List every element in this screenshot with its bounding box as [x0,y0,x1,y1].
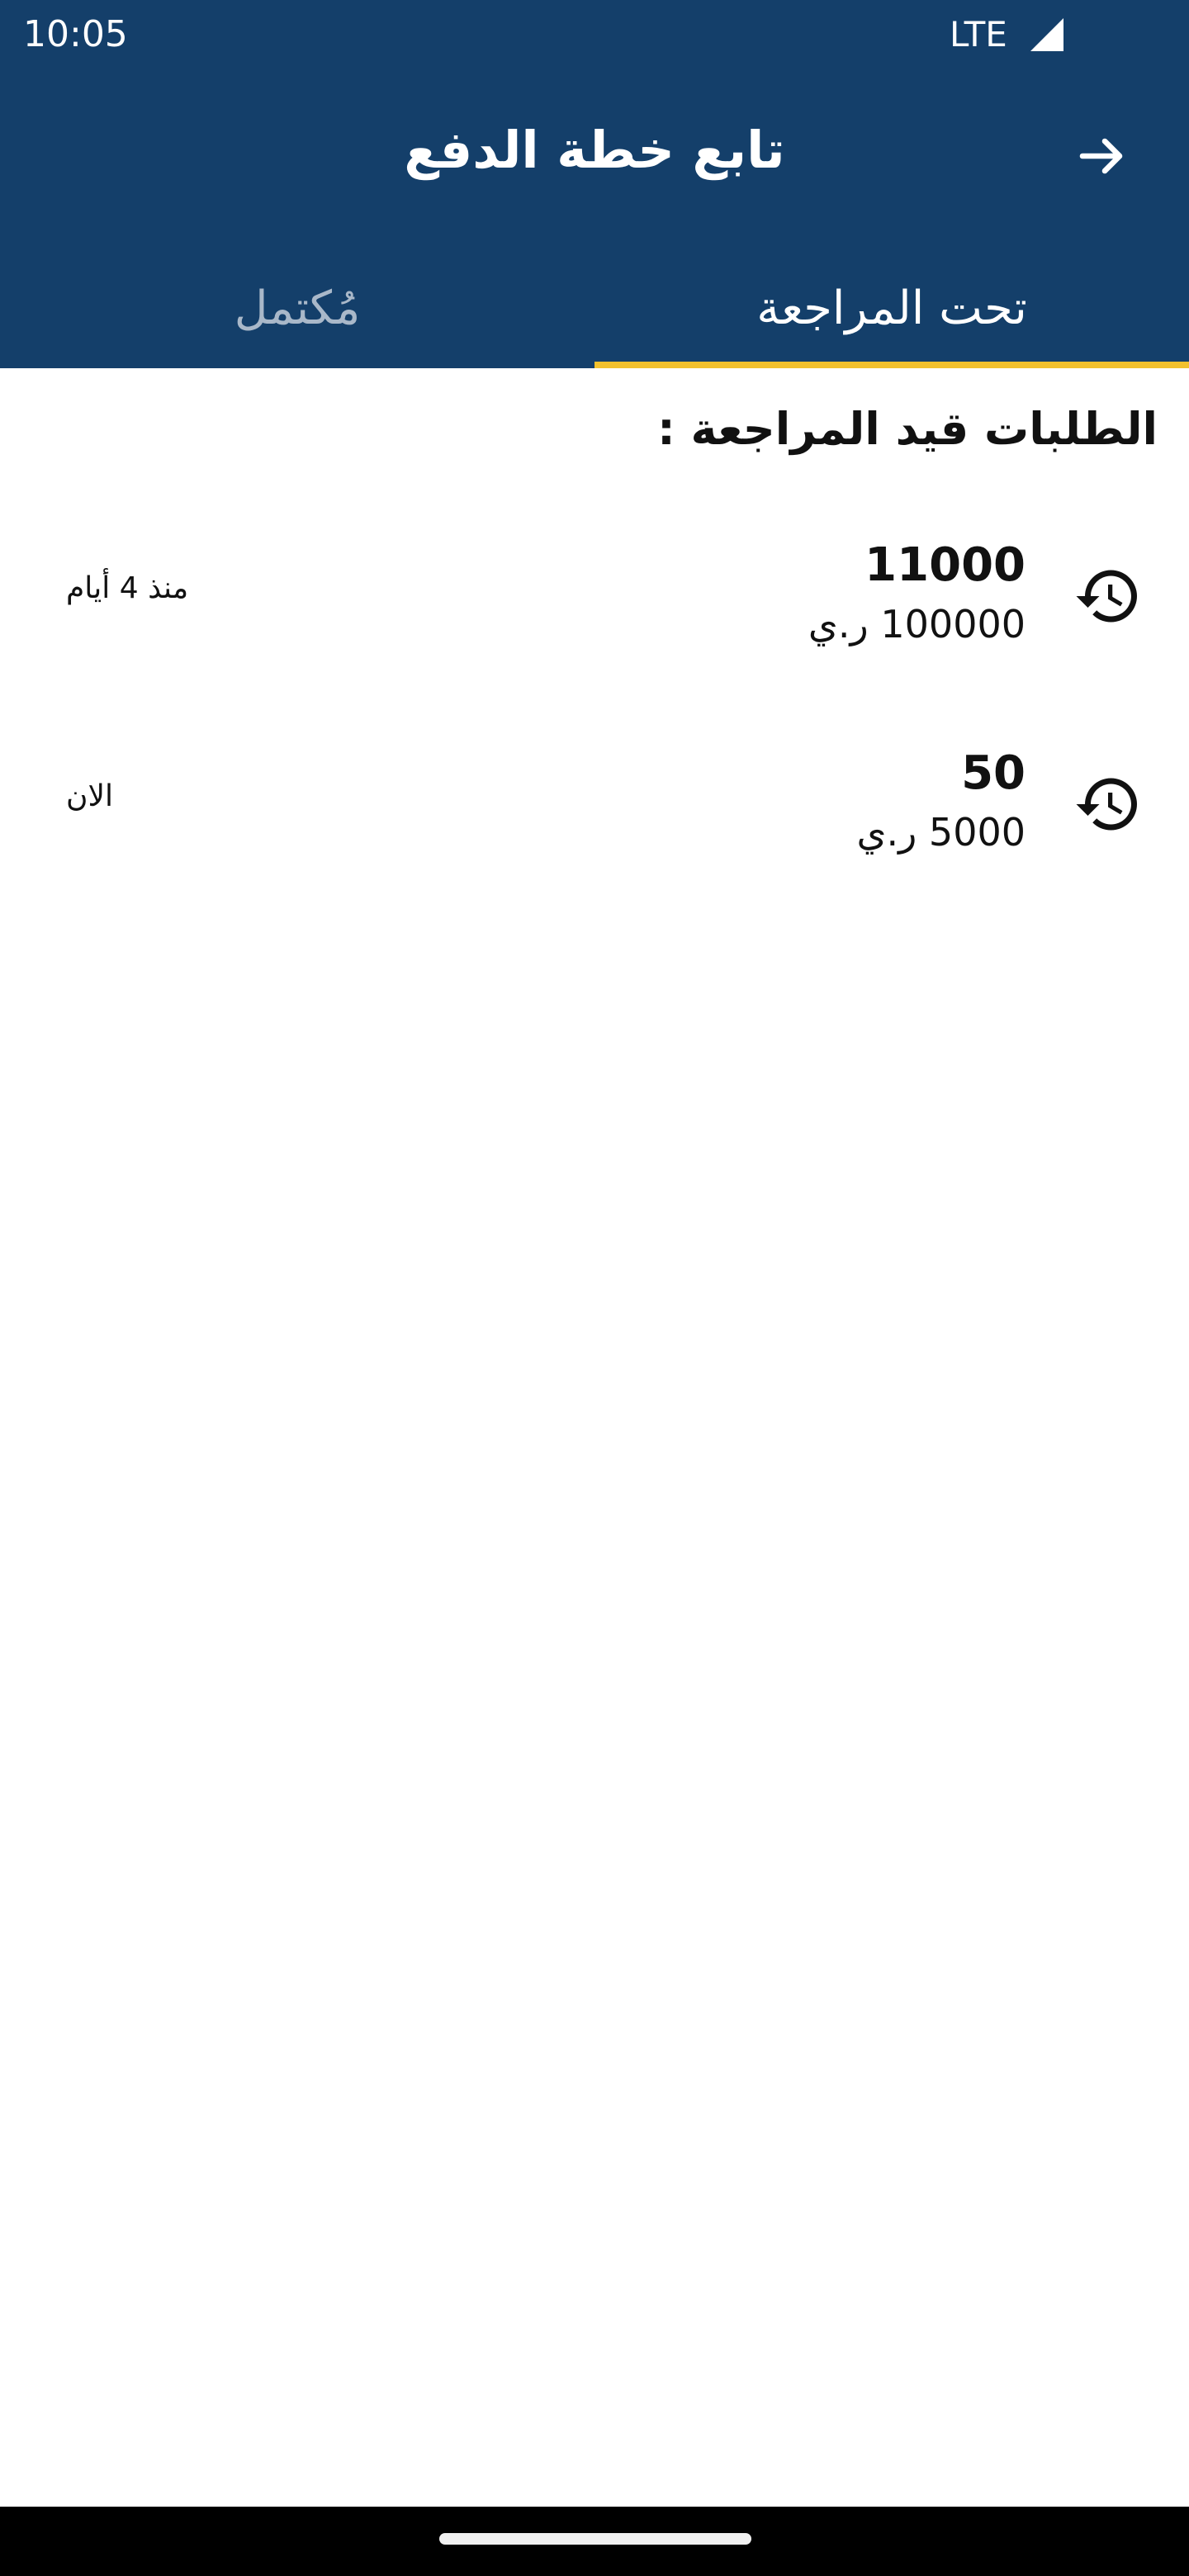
status-time: 10:05 [23,13,128,55]
app-bar: 10:05 LTE تابع خطة الدفع تحت المراجعة مُ… [0,0,1189,368]
tab-completed[interactable]: مُكتمل [0,248,594,368]
home-indicator[interactable] [439,2533,751,2545]
network-type: LTE [950,14,1007,54]
request-amount: 11000 [865,538,1026,592]
page-title: تابع خطة الدفع [404,120,785,180]
list-item[interactable]: 11000 100000 ر.ي منذ 4 أيام [0,512,1189,677]
tab-under-review[interactable]: تحت المراجعة [594,248,1189,368]
tab-completed-label: مُكتمل [234,281,361,335]
status-bar: 10:05 LTE [0,0,1189,69]
history-icon [1076,570,1137,623]
request-time: الان [66,779,113,813]
tab-bar: تحت المراجعة مُكتمل [0,248,1189,368]
signal-icon [1030,18,1063,51]
section-title: الطلبات قيد المراجعة : [657,403,1158,455]
list-item[interactable]: 50 5000 ر.ي الان [0,720,1189,885]
system-nav-bar [0,2507,1189,2576]
app-screen: 10:05 LTE تابع خطة الدفع تحت المراجعة مُ… [0,0,1189,2576]
arrow-right-icon [1079,138,1123,174]
request-time: منذ 4 أيام [66,571,189,605]
back-button[interactable] [1065,119,1139,193]
tab-selected-indicator [594,362,1189,368]
tab-under-review-label: تحت المراجعة [756,281,1027,335]
request-amount: 50 [961,746,1026,800]
history-icon [1076,778,1137,831]
header: تابع خطة الدفع [0,69,1189,234]
request-total: 100000 ر.ي [808,602,1026,646]
request-total: 5000 ر.ي [856,810,1026,855]
